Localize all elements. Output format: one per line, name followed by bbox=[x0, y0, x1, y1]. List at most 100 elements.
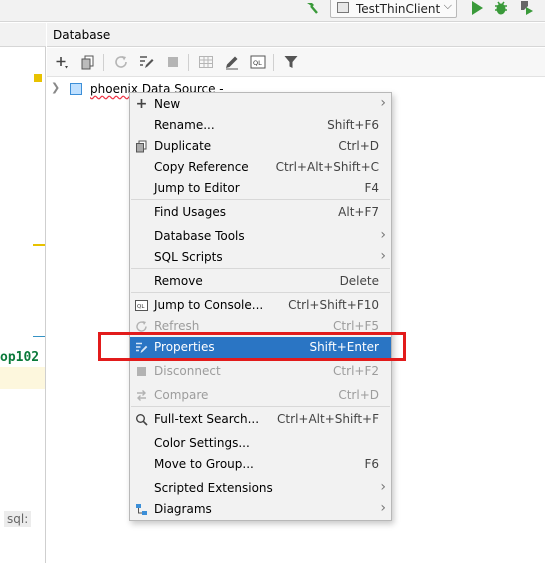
menu-item-label: Jump to Editor bbox=[154, 181, 240, 195]
menu-item-label: Find Usages bbox=[154, 205, 227, 219]
search-icon bbox=[135, 413, 148, 426]
menu-item-shortcut: Ctrl+F2 bbox=[333, 364, 379, 378]
hammer-icon[interactable] bbox=[304, 0, 320, 16]
menu-item-shortcut: Ctrl+Alt+Shift+F bbox=[277, 412, 379, 426]
menu-item-label: Jump to Console... bbox=[154, 298, 264, 312]
svg-text:QL: QL bbox=[253, 59, 262, 67]
console-icon: QL bbox=[135, 299, 148, 312]
menu-item-sql-scripts[interactable]: SQL Scripts › bbox=[130, 247, 391, 268]
add-icon[interactable] bbox=[54, 54, 70, 70]
menu-item-jump-to-console[interactable]: QL Jump to Console... Ctrl+Shift+F10 bbox=[130, 295, 391, 316]
run-toolbar: TestThinClient ⌵ bbox=[0, 0, 545, 22]
menu-item-shortcut: Alt+F7 bbox=[338, 205, 379, 219]
edit-properties-icon[interactable] bbox=[138, 54, 154, 70]
chevron-right-icon: › bbox=[380, 248, 386, 264]
menu-item-move-to-group[interactable]: Move to Group... F6 bbox=[130, 454, 391, 475]
duplicate-icon bbox=[135, 140, 148, 153]
chevron-down-icon: ⌵ bbox=[443, 0, 452, 12]
menu-item-shortcut: F6 bbox=[364, 457, 379, 471]
menu-item-shortcut: Ctrl+F5 bbox=[333, 319, 379, 333]
menu-item-shortcut: Delete bbox=[339, 274, 379, 288]
toolbar-separator bbox=[103, 54, 104, 71]
menu-item-label: Diagrams bbox=[154, 502, 212, 516]
line-highlight bbox=[0, 367, 45, 389]
menu-item-database-tools[interactable]: Database Tools › bbox=[130, 226, 391, 247]
edit-icon[interactable] bbox=[224, 54, 240, 70]
menu-item-disconnect[interactable]: Disconnect Ctrl+F2 bbox=[130, 361, 391, 382]
chevron-right-icon: › bbox=[380, 227, 386, 243]
menu-separator bbox=[131, 406, 390, 407]
refresh-icon[interactable] bbox=[113, 54, 129, 70]
blue-gutter-mark bbox=[33, 336, 45, 337]
chevron-right-icon: › bbox=[380, 479, 386, 495]
menu-item-shortcut: Ctrl+Alt+Shift+C bbox=[275, 160, 379, 174]
debug-icon[interactable] bbox=[493, 0, 509, 16]
menu-item-label: Rename... bbox=[154, 118, 215, 132]
menu-item-shortcut: Shift+F6 bbox=[327, 118, 379, 132]
menu-item-label: Move to Group... bbox=[154, 457, 254, 471]
toolbar-separator bbox=[188, 54, 189, 71]
yellow-gutter-mark bbox=[33, 244, 45, 246]
chevron-right-icon[interactable]: ❯ bbox=[51, 81, 60, 94]
database-panel-header: Database bbox=[47, 23, 545, 47]
menu-item-label: Disconnect bbox=[154, 364, 221, 378]
context-menu: + New › Rename... Shift+F6 Duplicate Ctrl+D Cop… bbox=[129, 92, 392, 521]
menu-item-label: SQL Scripts bbox=[154, 250, 223, 264]
database-toolbar: QL bbox=[47, 48, 545, 77]
data-source-icon bbox=[70, 83, 82, 95]
run-icon[interactable] bbox=[470, 0, 484, 16]
stop-icon bbox=[135, 365, 148, 378]
svg-text:QL: QL bbox=[137, 304, 145, 310]
menu-separator bbox=[131, 268, 390, 269]
code-fragment: op102 bbox=[0, 350, 40, 365]
toolbar-separator bbox=[273, 54, 274, 71]
menu-separator bbox=[131, 292, 390, 293]
console-icon[interactable]: QL bbox=[250, 54, 266, 70]
menu-item-label: Color Settings... bbox=[154, 436, 250, 450]
menu-item-jump-to-editor[interactable]: Jump to Editor F4 bbox=[130, 178, 391, 199]
chevron-right-icon: › bbox=[380, 95, 386, 111]
menu-separator bbox=[131, 199, 390, 200]
editor-strip: op102 sql: bbox=[0, 23, 46, 563]
menu-item-find-usages[interactable]: Find Usages Alt+F7 bbox=[130, 202, 391, 223]
menu-item-label: Scripted Extensions bbox=[154, 481, 273, 495]
menu-item-label: Duplicate bbox=[154, 139, 212, 153]
menu-item-shortcut: Ctrl+D bbox=[338, 139, 379, 153]
menu-item-copy-reference[interactable]: Copy Reference Ctrl+Alt+Shift+C bbox=[130, 157, 391, 178]
menu-item-label: Database Tools bbox=[154, 229, 245, 243]
menu-item-shortcut: F4 bbox=[364, 181, 379, 195]
menu-item-label: Copy Reference bbox=[154, 160, 249, 174]
menu-item-remove[interactable]: Remove Delete bbox=[130, 271, 391, 292]
menu-item-compare[interactable]: Compare Ctrl+D bbox=[130, 385, 391, 406]
menu-item-scripted-extensions[interactable]: Scripted Extensions › bbox=[130, 478, 391, 499]
run-config-select[interactable]: TestThinClient ⌵ bbox=[330, 0, 457, 18]
menu-item-label: New bbox=[154, 97, 181, 111]
table-icon[interactable] bbox=[198, 54, 214, 70]
menu-item-diagrams[interactable]: Diagrams › bbox=[130, 499, 391, 520]
run-config-label: TestThinClient bbox=[356, 2, 441, 16]
menu-item-label: Full-text Search... bbox=[154, 412, 260, 426]
diagram-icon bbox=[135, 503, 148, 516]
warning-marker bbox=[34, 74, 42, 82]
menu-item-new[interactable]: + New › bbox=[130, 94, 391, 115]
compare-icon bbox=[135, 389, 148, 402]
menu-item-full-text-search[interactable]: Full-text Search... Ctrl+Alt+Shift+F bbox=[130, 409, 391, 430]
panel-title: Database bbox=[53, 28, 111, 42]
plus-icon: + bbox=[135, 96, 148, 112]
menu-item-color-settings[interactable]: Color Settings... bbox=[130, 433, 391, 454]
menu-item-label: Refresh bbox=[154, 319, 200, 333]
sql-tag: sql: bbox=[4, 511, 32, 527]
menu-item-duplicate[interactable]: Duplicate Ctrl+D bbox=[130, 136, 391, 157]
menu-item-rename[interactable]: Rename... Shift+F6 bbox=[130, 115, 391, 136]
menu-item-shortcut: Ctrl+D bbox=[338, 388, 379, 402]
stop-icon[interactable] bbox=[165, 54, 181, 70]
coverage-icon[interactable] bbox=[518, 0, 534, 16]
menu-item-label: Remove bbox=[154, 274, 203, 288]
duplicate-icon[interactable] bbox=[80, 54, 96, 70]
filter-icon[interactable] bbox=[283, 54, 299, 70]
chevron-right-icon: › bbox=[380, 500, 386, 516]
menu-item-label: Compare bbox=[154, 388, 209, 402]
editor-tab-bar bbox=[0, 23, 46, 47]
highlight-annotation bbox=[98, 332, 406, 361]
menu-item-shortcut: Ctrl+Shift+F10 bbox=[288, 298, 379, 312]
